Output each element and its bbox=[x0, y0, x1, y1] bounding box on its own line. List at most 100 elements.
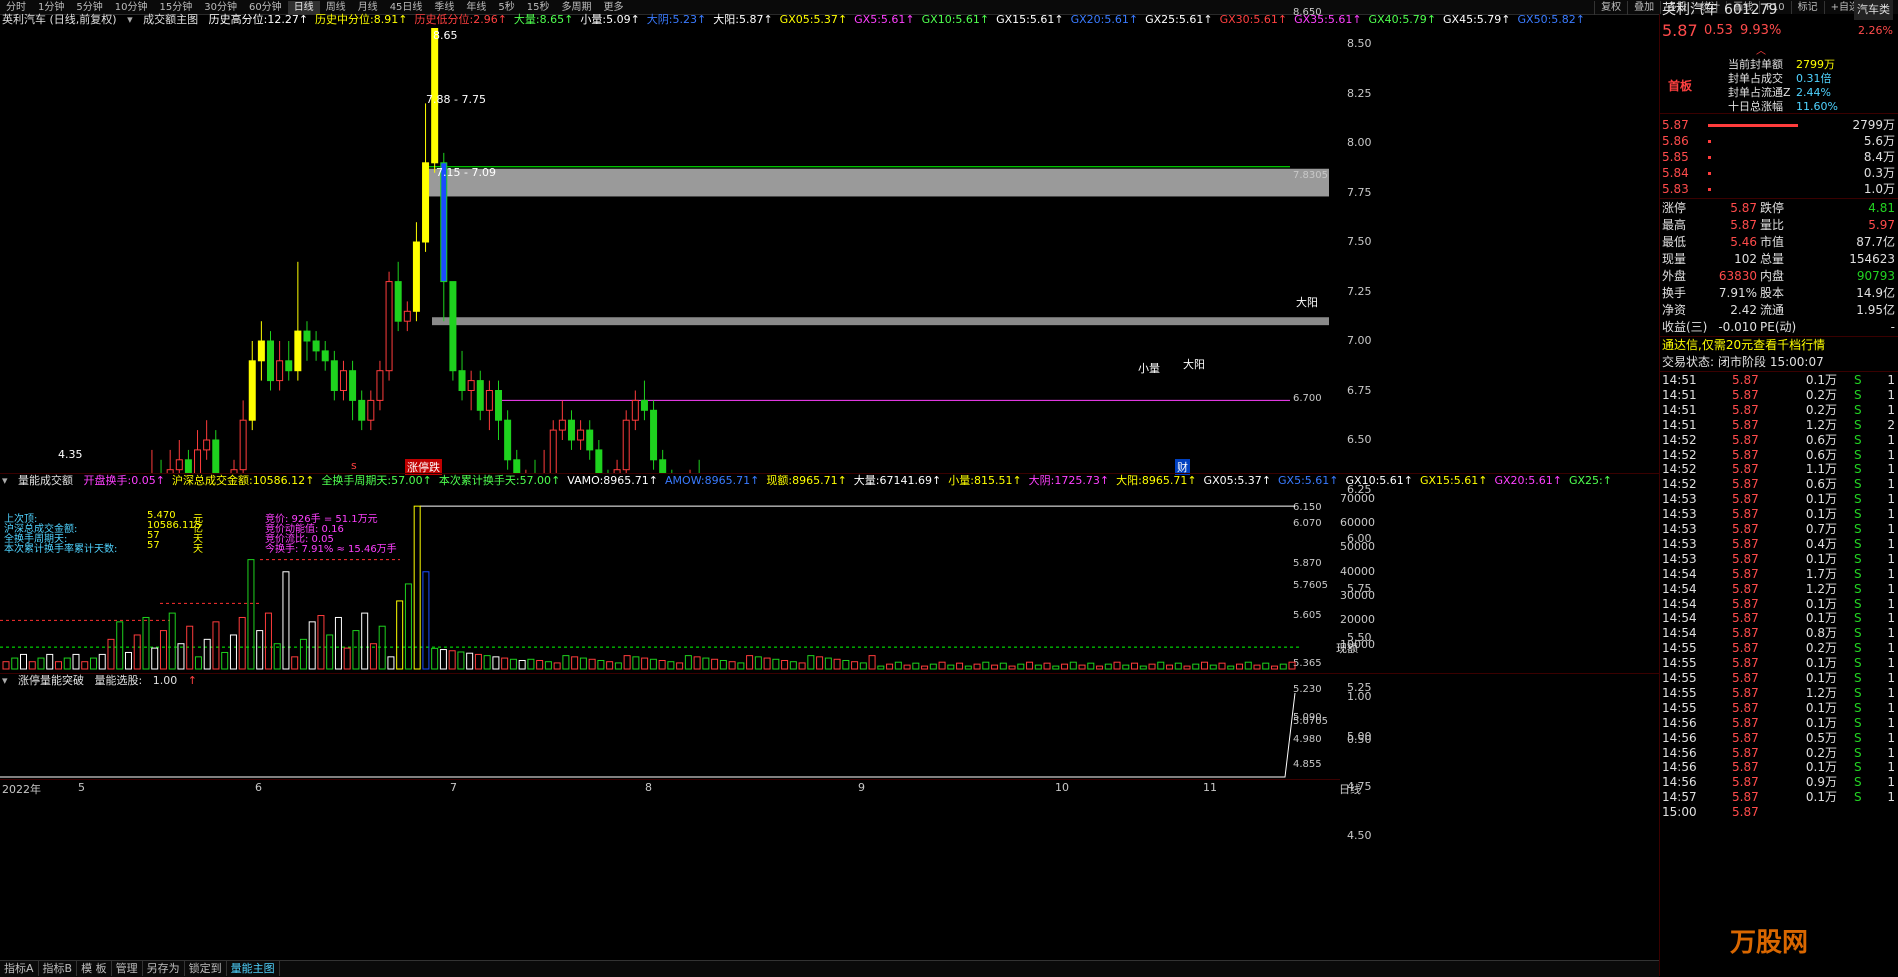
volume-bar bbox=[124, 651, 132, 670]
volume-bar bbox=[1087, 662, 1095, 670]
volume-bar bbox=[938, 661, 946, 670]
trade-row: 15:00 5.87 bbox=[1660, 803, 1898, 821]
time-tick: 9 bbox=[858, 781, 865, 794]
candle-body bbox=[558, 419, 566, 431]
bottom-tab[interactable]: 模 板 bbox=[77, 961, 112, 976]
order-book-row[interactable]: 5.83 1.0万 bbox=[1660, 181, 1898, 198]
price-tick: 6.50 bbox=[1347, 433, 1372, 446]
volume-bar-indicator bbox=[1708, 124, 1798, 127]
quote-label: 现量 bbox=[1662, 252, 1687, 266]
volume-bar bbox=[361, 612, 369, 670]
volume-bar bbox=[956, 662, 964, 670]
volume-bar bbox=[527, 658, 535, 670]
bid-price: 5.83 bbox=[1662, 182, 1689, 196]
stat-label: 本次累计换手天: bbox=[438, 474, 520, 487]
stat-label: GX05: bbox=[1203, 474, 1238, 487]
volume-bar bbox=[877, 665, 885, 670]
bottom-tab[interactable]: 指标B bbox=[39, 961, 78, 976]
volume-bar bbox=[912, 662, 920, 670]
volume-bar bbox=[1192, 663, 1200, 670]
candle-body bbox=[631, 399, 639, 421]
quote-row: 最高 5.87 量比 5.97 bbox=[1660, 217, 1898, 234]
volume-bar bbox=[1183, 665, 1191, 670]
volume-bar bbox=[999, 662, 1007, 670]
order-book-row[interactable]: 5.86 5.6万 bbox=[1660, 133, 1898, 150]
candle-body bbox=[248, 360, 256, 421]
volume-bar bbox=[1227, 665, 1235, 670]
volume-bar bbox=[579, 657, 587, 670]
volume-bar bbox=[614, 662, 622, 670]
dropdown-icon[interactable]: ▾ bbox=[2, 474, 8, 487]
order-book-row[interactable]: 5.84 0.3万 bbox=[1660, 165, 1898, 182]
bottom-tab[interactable]: 指标A bbox=[0, 961, 39, 976]
volume-bar bbox=[868, 655, 876, 670]
volume-chart[interactable] bbox=[0, 489, 1340, 673]
caret-up-icon: ︿ bbox=[1756, 46, 1766, 57]
volume-bar bbox=[903, 664, 911, 670]
stat-value: 5.37 bbox=[1237, 474, 1262, 487]
volume-bar bbox=[168, 612, 176, 670]
candlestick-chart[interactable] bbox=[0, 28, 1380, 473]
volume-bar bbox=[142, 616, 150, 670]
sidebar-sector-pct: 2.26% bbox=[1858, 24, 1893, 37]
time-tick: 8 bbox=[645, 781, 652, 794]
sidebar-sector[interactable]: 汽车类 bbox=[1854, 0, 1893, 20]
quote-label: 收益(三) bbox=[1662, 320, 1708, 334]
stat-item: GX5:5.61↑ bbox=[1278, 474, 1339, 487]
quote-value: 63830 bbox=[1718, 269, 1757, 283]
bottom-tab[interactable]: 量能主图 bbox=[227, 961, 280, 976]
indicator-name[interactable]: 成交额主图 bbox=[143, 13, 198, 26]
volume-bar bbox=[807, 655, 815, 670]
seal-label: 当前封单额 bbox=[1728, 58, 1783, 71]
stat-label: 历史高分位: bbox=[208, 13, 268, 26]
stat-label: GX15: bbox=[1420, 474, 1454, 487]
x-axis-mode[interactable]: 日线 bbox=[1339, 781, 1361, 797]
quote-row: 最低 5.46 市值 87.7亿 bbox=[1660, 234, 1898, 251]
stat-item: 大阳:8965.71↑ bbox=[1116, 474, 1197, 487]
stat-label: GX45: bbox=[1443, 13, 1477, 26]
volume-bar bbox=[982, 661, 990, 670]
bottom-tab[interactable]: 管理 bbox=[112, 961, 143, 976]
stat-value: 5.61 bbox=[1253, 13, 1278, 26]
candle-body bbox=[476, 380, 484, 411]
volume-bar bbox=[921, 665, 929, 670]
volume-bar-indicator bbox=[1708, 156, 1711, 159]
volume-bar bbox=[597, 659, 605, 670]
low-price-annotation: 4.35 bbox=[58, 448, 83, 461]
toolbar-button[interactable]: 叠加 bbox=[1627, 1, 1660, 15]
bottom-tab[interactable]: 另存为 bbox=[143, 961, 185, 976]
stat-value: 0.05 bbox=[131, 474, 156, 487]
seal-value: 0.31倍 bbox=[1796, 72, 1832, 85]
dropdown-icon[interactable]: ▾ bbox=[2, 674, 8, 687]
candle-body bbox=[294, 330, 302, 372]
candle-body bbox=[449, 281, 457, 372]
volume-bar bbox=[11, 657, 19, 670]
volume-tick: 50000 bbox=[1340, 540, 1375, 554]
stat-value: 8965.71 bbox=[1141, 474, 1188, 487]
bottom-tab[interactable]: 锁定到 bbox=[185, 961, 227, 976]
third-indicator-name[interactable]: 涨停量能突破 bbox=[18, 674, 84, 687]
quote-label: 最低 bbox=[1662, 235, 1687, 249]
volume-bar bbox=[1253, 664, 1261, 670]
volume-bar bbox=[334, 616, 342, 670]
stock-select-label: 量能选股: bbox=[94, 674, 143, 687]
volume-bar bbox=[571, 656, 579, 670]
order-book-row[interactable]: 5.87 2799万 bbox=[1660, 117, 1898, 134]
quote-sidebar: 英利汽车 601279 汽车类 5.87 0.53 9.93% 2.26% ︿ … bbox=[1659, 0, 1898, 976]
price-tick: 4.50 bbox=[1347, 829, 1372, 842]
volume-bar bbox=[947, 664, 955, 670]
dropdown-icon[interactable]: ▾ bbox=[127, 13, 133, 26]
stat-item: GX40:5.79↑ bbox=[1368, 13, 1437, 26]
stat-value: 5.61 bbox=[1327, 13, 1353, 26]
volume-bar bbox=[413, 505, 421, 670]
volume-bar bbox=[719, 659, 727, 670]
candle-body bbox=[358, 399, 366, 421]
volume-bar bbox=[964, 665, 972, 670]
order-book-row[interactable]: 5.85 8.4万 bbox=[1660, 149, 1898, 166]
price-tick: 8.00 bbox=[1347, 136, 1372, 149]
volume-bar bbox=[98, 653, 106, 670]
promo-text[interactable]: 通达信,仅需20元查看千档行情 bbox=[1662, 337, 1825, 354]
stat-item: GX20:5.61↑ bbox=[1070, 13, 1139, 26]
toolbar-button[interactable]: 复权 bbox=[1594, 1, 1627, 15]
volume-indicator-name[interactable]: 量能成交额 bbox=[18, 474, 73, 487]
